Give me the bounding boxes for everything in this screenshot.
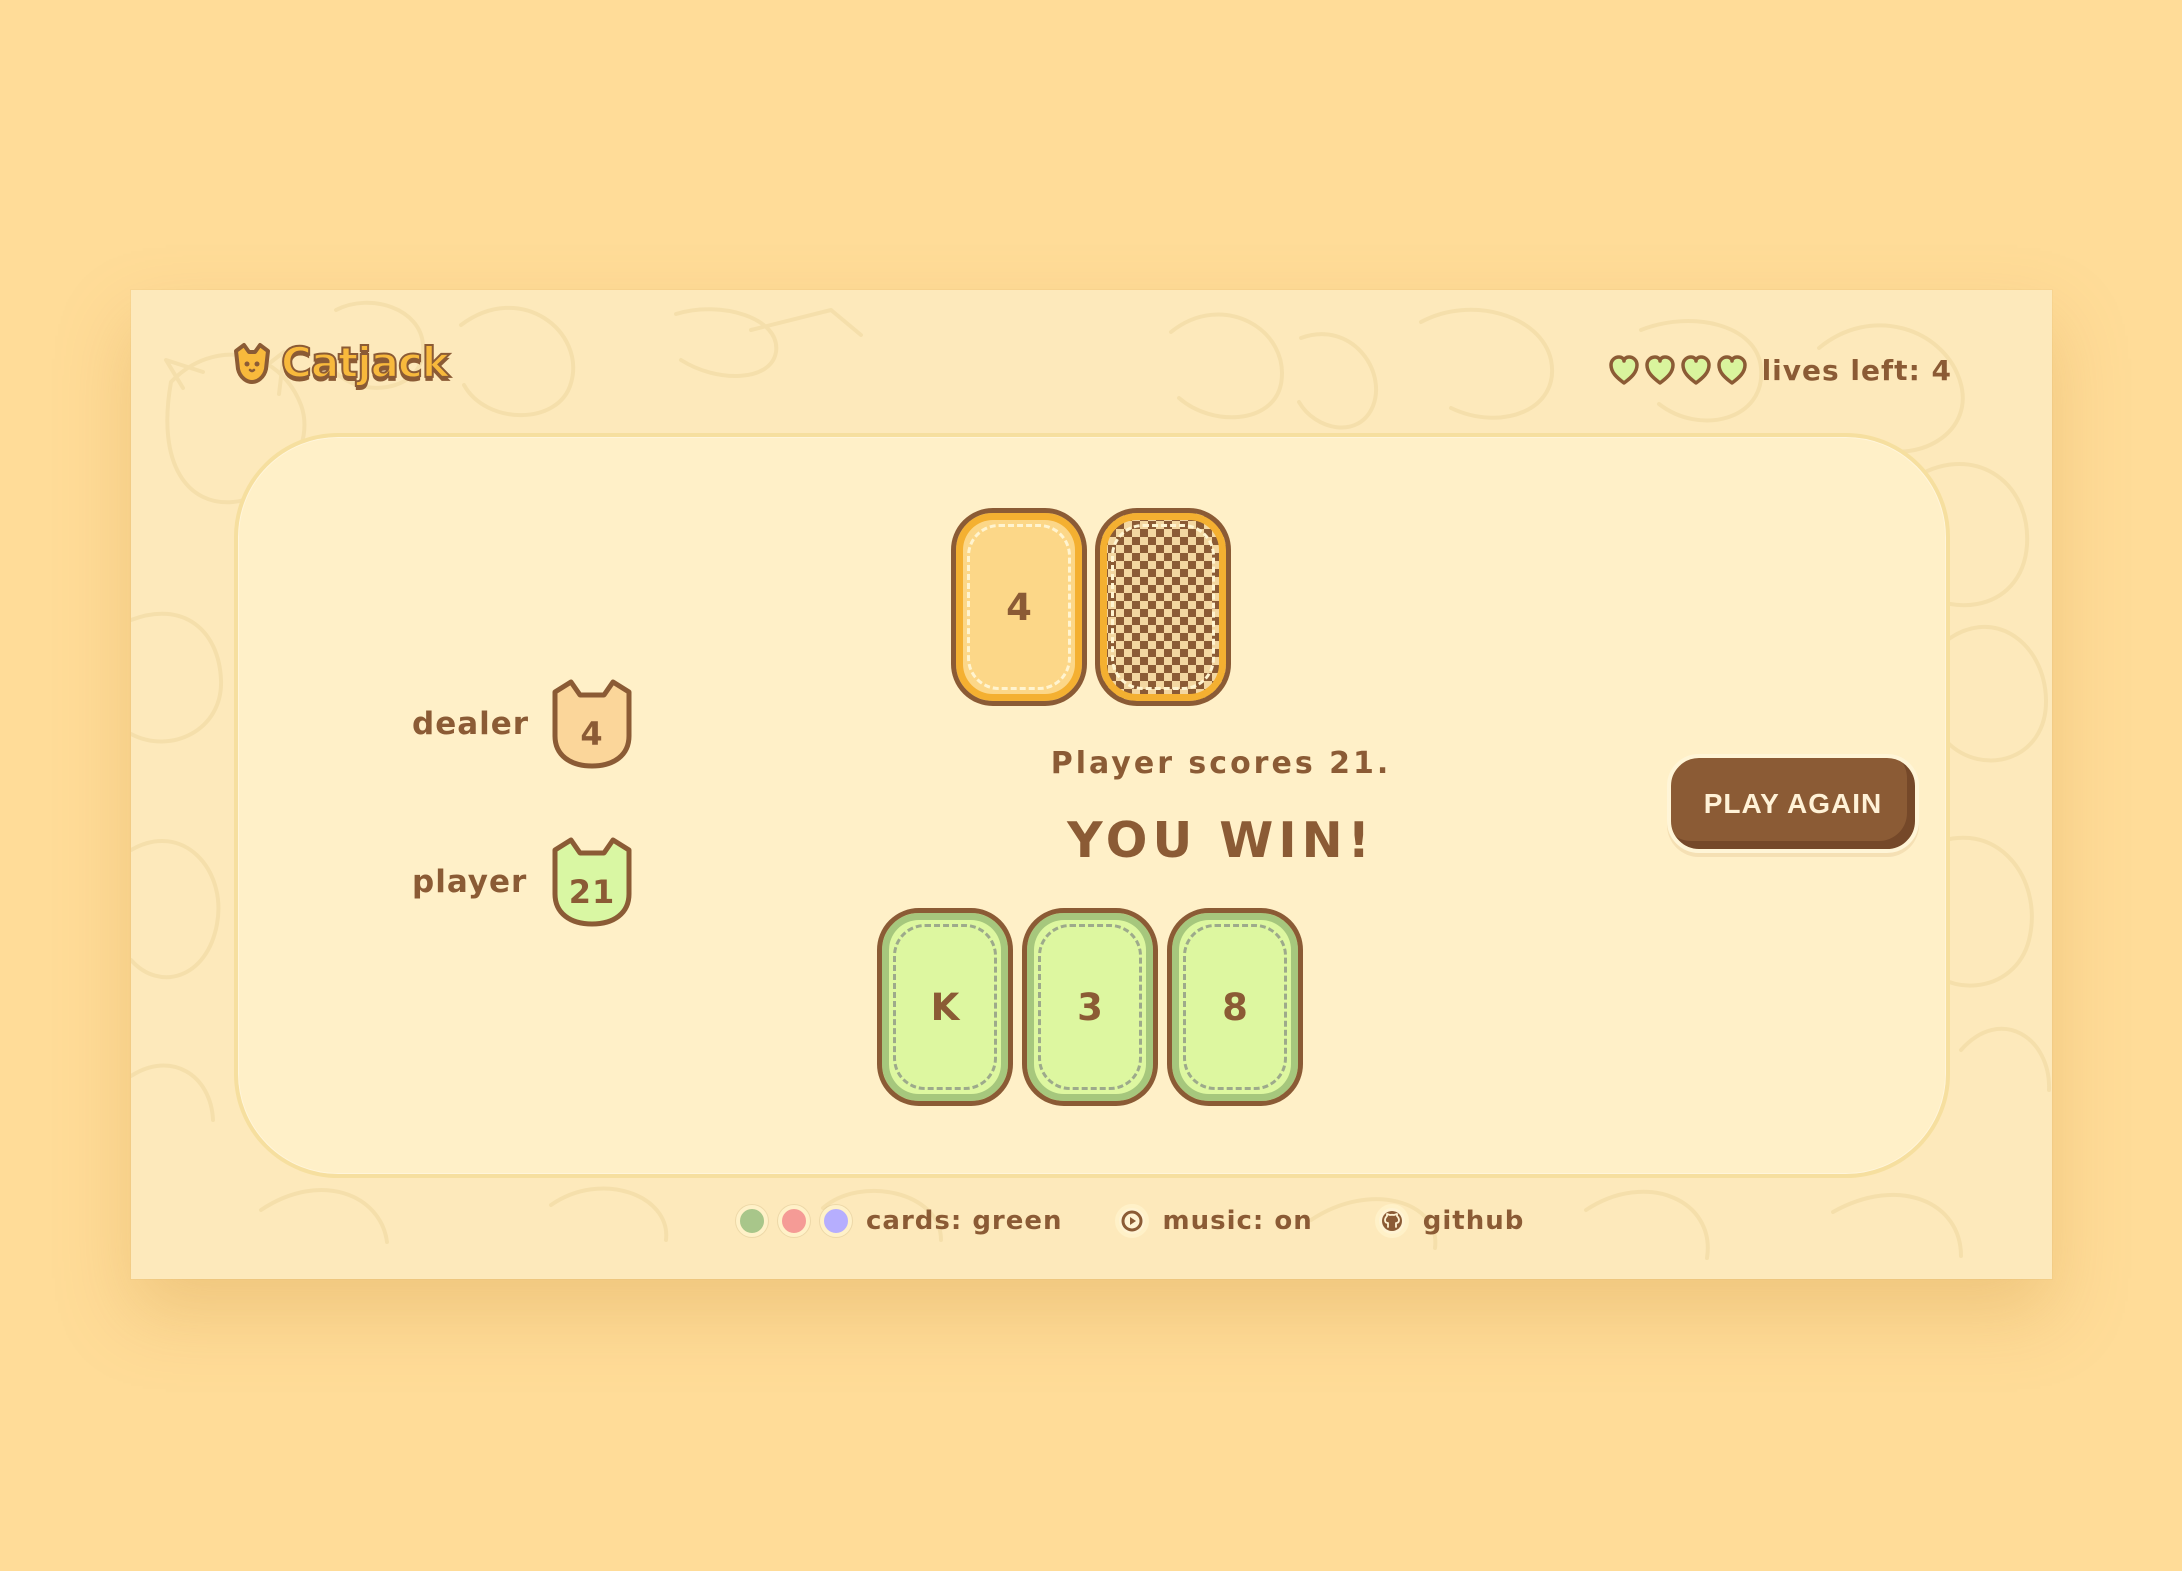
music-setting-text[interactable]: music: on bbox=[1163, 1206, 1313, 1236]
player-card: K bbox=[877, 908, 1013, 1106]
heart-icon bbox=[1716, 354, 1747, 385]
dealer-card-value: 4 bbox=[1006, 585, 1032, 629]
player-card-value: 8 bbox=[1222, 985, 1248, 1029]
blue-card-color-option[interactable] bbox=[820, 1205, 852, 1237]
score-panel: dealer 4 player 21 bbox=[412, 674, 672, 944]
player-score-value: 21 bbox=[568, 873, 616, 911]
lives-left-text: lives left: 4 bbox=[1761, 354, 1952, 387]
green-card-color-option[interactable] bbox=[736, 1205, 768, 1237]
heart-icon bbox=[1608, 354, 1639, 385]
dealer-score-value: 4 bbox=[580, 715, 604, 753]
heart-icon bbox=[1680, 354, 1711, 385]
game-window: Catjack lives left: 4 dealer 4 player 21… bbox=[131, 290, 2052, 1279]
round-result-message: Player scores 21. YOU WIN! bbox=[951, 746, 1491, 869]
play-icon[interactable] bbox=[1114, 1204, 1149, 1238]
dealer-score-row: dealer 4 bbox=[412, 674, 672, 774]
card-color-selector: cards: green bbox=[736, 1205, 1063, 1237]
cards-setting-text[interactable]: cards: green bbox=[866, 1206, 1063, 1236]
player-card-value: 3 bbox=[1077, 985, 1103, 1029]
dealer-card: 4 bbox=[951, 508, 1087, 706]
github-icon-svg bbox=[1381, 1211, 1402, 1231]
lives-indicator: lives left: 4 bbox=[1608, 354, 1952, 387]
red-card-color-option[interactable] bbox=[778, 1205, 810, 1237]
score-message: Player scores 21. bbox=[1050, 746, 1392, 781]
github-link-text[interactable]: github bbox=[1423, 1206, 1525, 1236]
hearts-group bbox=[1608, 354, 1748, 387]
player-score-cat-badge: 21 bbox=[547, 836, 637, 928]
github-icon[interactable] bbox=[1374, 1204, 1409, 1238]
app-title: Catjack bbox=[280, 338, 451, 387]
player-card-value: K bbox=[930, 985, 960, 1029]
card-color-options bbox=[736, 1205, 852, 1237]
player-score-row: player 21 bbox=[412, 832, 672, 932]
dealer-score-cat-badge: 4 bbox=[547, 678, 637, 770]
github-link[interactable]: github bbox=[1374, 1204, 1525, 1238]
catjack-logo: Catjack bbox=[231, 338, 451, 387]
win-message: YOU WIN! bbox=[1067, 812, 1375, 869]
dealer-label: dealer bbox=[412, 706, 530, 742]
settings-footer: cards: green music: on github bbox=[736, 1196, 1536, 1246]
player-label: player bbox=[412, 864, 528, 900]
player-card: 3 bbox=[1022, 908, 1158, 1106]
cat-face-icon bbox=[234, 343, 270, 384]
dealer-hidden-card bbox=[1095, 508, 1231, 706]
heart-icon bbox=[1644, 354, 1675, 385]
player-card: 8 bbox=[1167, 908, 1303, 1106]
play-again-button[interactable]: PLAY AGAIN bbox=[1667, 754, 1919, 853]
music-toggle[interactable]: music: on bbox=[1114, 1204, 1313, 1238]
play-icon-svg bbox=[1121, 1210, 1143, 1232]
